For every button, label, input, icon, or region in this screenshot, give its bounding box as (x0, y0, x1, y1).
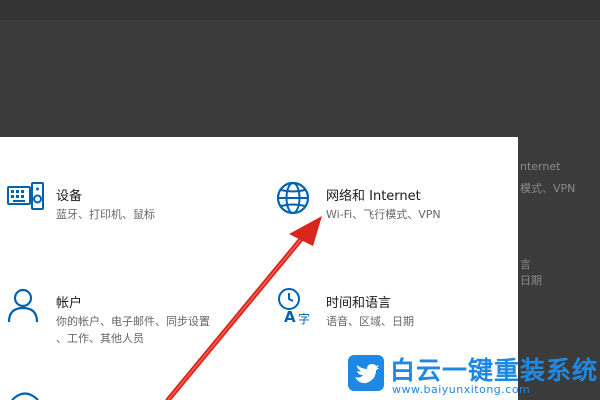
tile-description: 蓝牙、打印机、鼠标 (56, 208, 155, 221)
background-title-bar (0, 0, 600, 20)
time-language-icon: A 字 (278, 288, 310, 326)
background-peek-text: 日期 (520, 274, 542, 287)
watermark-logo: 白云一键重装系统 www.baiyunxitong.com (348, 351, 599, 397)
settings-tile-network[interactable]: 网络和 Internet Wi-Fi、飞行模式、VPN (276, 179, 506, 229)
settings-tile-accounts[interactable]: 帐户 你的帐户、电子邮件、同步设置 、工作、其他人员 (6, 286, 236, 350)
svg-text:A: A (284, 308, 296, 326)
bird-icon (348, 355, 384, 391)
globe-icon (276, 181, 310, 215)
watermark-brand: 白云一键重装系统 (390, 356, 599, 385)
background-peek-text: nternet (520, 160, 561, 173)
tile-description: Wi-Fi、飞行模式、VPN (326, 208, 441, 221)
tile-description: 你的帐户、电子邮件、同步设置 (56, 315, 210, 328)
partial-icon (11, 392, 39, 400)
background-peek-text: 模式、VPN (520, 182, 576, 195)
tile-title: 帐户 (56, 296, 83, 311)
svg-text:字: 字 (298, 311, 310, 326)
tile-description: 、工作、其他人员 (56, 332, 144, 345)
person-icon (7, 288, 39, 323)
settings-tile-time-language[interactable]: A 字 时间和语言 语音、区域、日期 (276, 286, 506, 336)
keyboard-speaker-icon (7, 182, 44, 210)
settings-tile-devices[interactable]: 设备 蓝牙、打印机、鼠标 (6, 179, 236, 229)
background-peek-text: 言 (520, 258, 531, 271)
tile-title: 时间和语言 (326, 296, 392, 311)
tile-title: 网络和 Internet (326, 189, 421, 204)
tile-title: 设备 (56, 189, 83, 204)
tile-description: 语音、区域、日期 (326, 315, 414, 328)
watermark-url: www.baiyunxitong.com (392, 383, 531, 396)
